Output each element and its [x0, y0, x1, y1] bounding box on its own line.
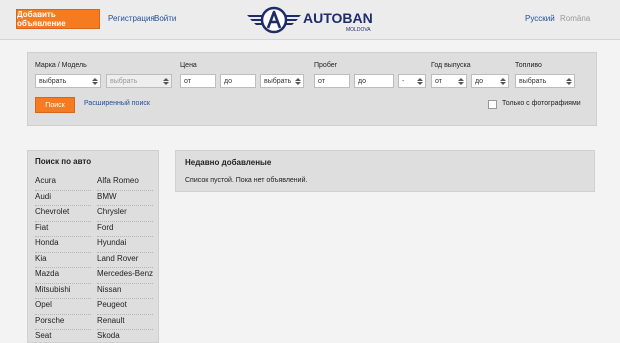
- brand-link[interactable]: Ford: [97, 222, 153, 237]
- lang-romanian-link[interactable]: Romāna: [560, 14, 590, 23]
- select-arrows-icon: [566, 77, 572, 86]
- brand-link[interactable]: Renault: [97, 315, 153, 330]
- mileage-unit-select[interactable]: -: [398, 74, 426, 88]
- brand-link[interactable]: BMW: [97, 191, 153, 206]
- logo-subtext: MOLDOVA: [346, 27, 371, 33]
- brand-link[interactable]: Alfa Romeo: [97, 175, 153, 191]
- brand-search-box: Поиск по авто Acura Audi Chevrolet Fiat …: [27, 150, 159, 343]
- logo-emblem-icon: AUTOBAN MOLDOVA: [247, 6, 373, 34]
- search-button[interactable]: Поиск: [35, 97, 75, 113]
- photos-only-label: Только с фотографиями: [502, 100, 581, 107]
- register-link[interactable]: Регистрация: [108, 14, 155, 23]
- year-to-select[interactable]: до: [471, 74, 509, 88]
- make-select-value: выбрать: [39, 77, 67, 85]
- brand-link[interactable]: Opel: [35, 299, 91, 315]
- fuel-select[interactable]: выбрать: [515, 74, 575, 88]
- price-label: Цена: [180, 62, 197, 69]
- mileage-from-input[interactable]: от: [314, 74, 350, 88]
- select-arrows-icon: [500, 77, 506, 86]
- select-arrows-icon: [417, 77, 423, 86]
- mileage-unit-value: -: [402, 77, 405, 85]
- brand-column-2: Alfa Romeo BMW Chrysler Ford Hyundai Lan…: [97, 175, 153, 342]
- make-select[interactable]: выбрать: [35, 74, 101, 88]
- recent-ads-empty-text: Список пустой. Пока нет объявлений.: [185, 177, 308, 184]
- brand-column-1: Acura Audi Chevrolet Fiat Honda Kia Mazd…: [35, 175, 91, 342]
- brand-link[interactable]: Hyundai: [97, 237, 153, 253]
- brand-link[interactable]: Nissan: [97, 284, 153, 299]
- add-ad-button[interactable]: Добавить объявление: [16, 9, 100, 29]
- login-link[interactable]: Войти: [154, 14, 176, 23]
- price-currency-value: выбрать: [264, 77, 292, 85]
- brand-link[interactable]: Fiat: [35, 222, 91, 237]
- autoban-logo[interactable]: AUTOBAN MOLDOVA: [245, 4, 375, 36]
- brand-link[interactable]: Mitsubishi: [35, 284, 91, 299]
- recent-ads-title: Недавно добавленые: [185, 158, 272, 167]
- fuel-select-value: выбрать: [519, 77, 547, 85]
- brand-link[interactable]: Skoda: [97, 330, 153, 342]
- logo-text: AUTOBAN: [303, 10, 373, 26]
- model-select[interactable]: выбрать: [106, 74, 172, 88]
- brand-link[interactable]: Acura: [35, 175, 91, 191]
- brand-link[interactable]: Porsche: [35, 315, 91, 330]
- mileage-to-input[interactable]: до: [354, 74, 394, 88]
- price-to-input[interactable]: до: [220, 74, 256, 88]
- year-to-value: до: [475, 77, 483, 85]
- recent-ads-box: Недавно добавленые Список пустой. Пока н…: [175, 150, 595, 192]
- brand-link[interactable]: Mazda: [35, 268, 91, 284]
- fuel-label: Топливо: [515, 62, 542, 69]
- advanced-search-link[interactable]: Расширенный поиск: [84, 100, 150, 107]
- photos-only-checkbox[interactable]: [488, 100, 497, 109]
- brand-link[interactable]: Mercedes-Benz: [97, 268, 153, 284]
- price-from-input[interactable]: от: [180, 74, 216, 88]
- brand-link[interactable]: Chrysler: [97, 206, 153, 222]
- brand-link[interactable]: Chevrolet: [35, 206, 91, 222]
- make-model-label: Марка / Модель: [35, 62, 87, 69]
- brand-link[interactable]: Peugeot: [97, 299, 153, 315]
- brand-link[interactable]: Honda: [35, 237, 91, 253]
- brand-search-title: Поиск по авто: [35, 157, 92, 166]
- year-label: Год выпуска: [431, 62, 471, 69]
- search-panel: Марка / Модель выбрать выбрать Цена от д…: [27, 52, 597, 126]
- brand-link[interactable]: Land Rover: [97, 253, 153, 268]
- lang-russian-link[interactable]: Русский: [525, 14, 555, 23]
- mileage-label: Пробег: [314, 62, 338, 69]
- select-arrows-icon: [163, 77, 169, 86]
- select-arrows-icon: [458, 77, 464, 86]
- year-from-select[interactable]: от: [431, 74, 467, 88]
- model-select-value: выбрать: [110, 77, 138, 85]
- brand-link[interactable]: Audi: [35, 191, 91, 206]
- top-header: Добавить объявление Регистрация Войти AU…: [0, 0, 620, 40]
- select-arrows-icon: [92, 77, 98, 86]
- brand-link[interactable]: Seat: [35, 330, 91, 342]
- price-currency-select[interactable]: выбрать: [260, 74, 304, 88]
- year-from-value: от: [435, 77, 442, 85]
- brand-link[interactable]: Kia: [35, 253, 91, 268]
- select-arrows-icon: [295, 77, 301, 86]
